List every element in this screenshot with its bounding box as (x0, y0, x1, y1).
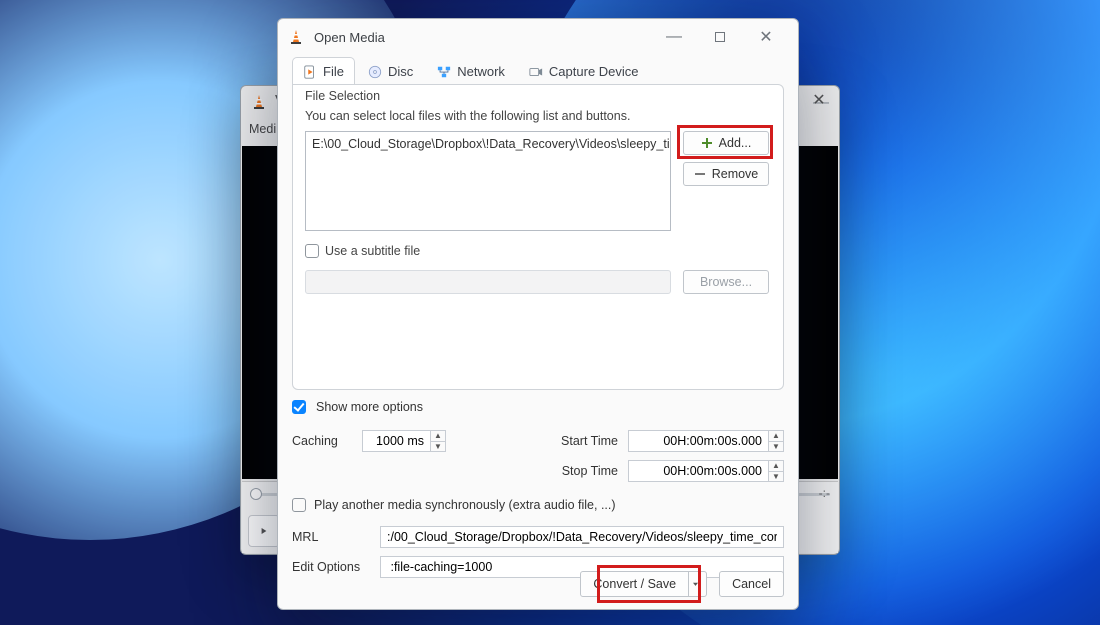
group-desc: You can select local files with the foll… (305, 109, 630, 123)
tab-capture-label: Capture Device (549, 64, 639, 79)
vlc-close-button[interactable]: ✕ (798, 85, 840, 115)
tab-disc-label: Disc (388, 64, 413, 79)
stop-time-label: Stop Time (546, 464, 618, 478)
annotation-highlight-add (677, 125, 773, 159)
mrl-input[interactable] (380, 526, 784, 548)
play-button[interactable] (248, 515, 280, 547)
chevron-up-icon[interactable]: ▲ (769, 461, 783, 472)
tab-network[interactable]: Network (426, 57, 516, 85)
tab-capture[interactable]: Capture Device (518, 57, 650, 85)
subtitle-checkbox-label: Use a subtitle file (325, 244, 420, 258)
start-time-spinner[interactable]: ▲▼ (628, 430, 784, 452)
maximize-icon (715, 32, 725, 42)
open-media-dialog: Open Media — ✕ File Disc (277, 18, 799, 610)
stop-time-spinner[interactable]: ▲▼ (628, 460, 784, 482)
show-more-label: Show more options (316, 400, 423, 414)
tab-disc[interactable]: Disc (357, 57, 424, 85)
vlc-cone-icon (288, 29, 304, 45)
play-icon (261, 525, 267, 537)
minus-icon (694, 168, 706, 180)
chevron-down-icon[interactable]: ▼ (769, 442, 783, 452)
vlc-cone-icon (251, 94, 267, 110)
selected-file-path: E:\00_Cloud_Storage\Dropbox\!Data_Recove… (312, 137, 671, 151)
close-button[interactable]: ✕ (744, 23, 788, 51)
annotation-highlight-convert (597, 565, 701, 603)
group-title: File Selection (305, 89, 380, 103)
tab-file[interactable]: File (292, 57, 355, 85)
disc-icon (368, 65, 382, 79)
play-sync-label: Play another media synchronously (extra … (314, 498, 616, 512)
caching-input[interactable] (362, 430, 430, 452)
seek-time: -:- (819, 486, 830, 500)
chevron-down-icon[interactable]: ▼ (769, 472, 783, 482)
browse-button-label: Browse... (700, 275, 752, 289)
mrl-label: MRL (292, 530, 370, 544)
file-list[interactable]: E:\00_Cloud_Storage\Dropbox\!Data_Recove… (305, 131, 671, 231)
browse-button: Browse... (683, 270, 769, 294)
chevron-up-icon[interactable]: ▲ (431, 431, 445, 442)
stop-time-input[interactable] (628, 460, 768, 482)
caching-label: Caching (292, 434, 352, 448)
chevron-up-icon[interactable]: ▲ (769, 431, 783, 442)
minimize-button[interactable]: — (652, 23, 696, 51)
cancel-button[interactable]: Cancel (719, 571, 784, 597)
file-play-icon (303, 65, 317, 79)
subtitle-path-field (305, 270, 671, 294)
maximize-button[interactable] (698, 23, 742, 51)
options-area: Show more options Caching ▲▼ Start Time … (292, 400, 784, 578)
network-icon (437, 65, 451, 79)
chevron-down-icon[interactable]: ▼ (431, 442, 445, 452)
cancel-label: Cancel (732, 577, 771, 591)
tab-network-label: Network (457, 64, 505, 79)
subtitle-checkbox[interactable] (305, 244, 319, 258)
show-more-checkbox[interactable] (292, 400, 306, 414)
tab-file-label: File (323, 64, 344, 79)
remove-button-label: Remove (712, 167, 759, 181)
remove-button[interactable]: Remove (683, 162, 769, 186)
capture-icon (529, 65, 543, 79)
start-time-input[interactable] (628, 430, 768, 452)
caching-spinner[interactable]: ▲▼ (362, 430, 446, 452)
play-sync-checkbox[interactable] (292, 498, 306, 512)
vlc-menu-fragment[interactable]: Medi (249, 122, 276, 136)
start-time-label: Start Time (546, 434, 618, 448)
dialog-title: Open Media (314, 30, 385, 45)
tab-body: File Selection You can select local file… (292, 84, 784, 390)
